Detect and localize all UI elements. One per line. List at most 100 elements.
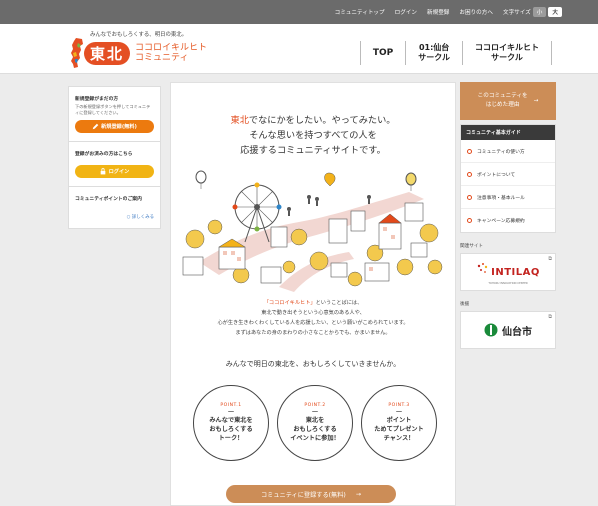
right-sidebar: このコミュニティを はじめた理由 → コミュニティ基本ガイド コミュニティの使い…	[460, 82, 556, 349]
font-small-button[interactable]: 小	[532, 7, 547, 17]
nav-sendai-line1: 01:仙台	[418, 43, 450, 52]
sendai-banner[interactable]: ⧉ 仙台市	[460, 311, 556, 349]
circle-bullet-icon	[467, 148, 472, 154]
related-sites-label: 関連サイト	[460, 244, 483, 249]
headline-line-3: 応援するコミュニティサイトです。	[240, 145, 386, 156]
point-3-line-1: ポイント	[386, 417, 412, 424]
main-headline: 東北でなにかをしたい。やってみたい。 そんな思いを持つすべての人を 応援するコミ…	[171, 113, 455, 158]
font-large-button[interactable]: 大	[548, 7, 562, 17]
intilaq-logo-text: INTILAQ	[491, 266, 540, 278]
guide-item-label: ポイントについて	[477, 172, 516, 178]
para-line-2: 東北で動き出そうという心意気のある人や、	[261, 310, 365, 316]
nav-sendai-circle[interactable]: 01:仙台 サークル	[405, 41, 462, 65]
guide-item-usage[interactable]: コミュニティの使い方	[461, 140, 555, 163]
points-detail-link[interactable]: ○ 詳しくみる	[75, 214, 154, 220]
reason-line-1: このコミュニティを	[477, 93, 528, 99]
nav-kokoro-line2: サークル	[491, 53, 523, 62]
point-1-line-3: トーク！	[218, 435, 244, 442]
register-button-label: 新規登録(無料)	[101, 124, 137, 130]
headline-red: 東北	[230, 115, 249, 126]
link-register[interactable]: 新規登録	[427, 8, 449, 16]
nav-kokoro-circle[interactable]: ココロイキルヒト サークル	[462, 41, 552, 65]
login-box: 登録がお済みの方はこちら ログイン	[69, 142, 160, 187]
external-link-icon: ⧉	[548, 256, 552, 262]
guide-item-campaign[interactable]: キャンペーン応募規約	[461, 209, 555, 232]
circle-bullet-icon	[467, 171, 472, 177]
point-1-line-1: みんなで東北を	[209, 417, 253, 424]
login-button-label: ログイン	[108, 169, 130, 175]
point-1-dash: ー	[227, 408, 235, 416]
main-nav: TOP 01:仙台 サークル ココロイキルヒト サークル	[359, 38, 552, 68]
site-logo[interactable]: 東北 ココロイキルヒト コミュニティ	[68, 37, 207, 69]
register-button[interactable]: 新規登録(無料)	[75, 120, 154, 133]
guide-item-label: コミュニティの使い方	[477, 149, 525, 155]
lock-icon	[100, 168, 105, 175]
point-circle-1: POINT.1 ー みんなで東北を おもしろくする トーク！	[193, 385, 269, 461]
point-3-line-3: チャンス！	[383, 435, 415, 442]
points-row: POINT.1 ー みんなで東北を おもしろくする トーク！ POINT.2 ー…	[193, 385, 437, 461]
circle-bullet-icon	[467, 218, 472, 223]
point-1-line-2: おもしろくする	[209, 426, 253, 433]
intilaq-banner[interactable]: ⧉ INTILAQ TOHOKU INNOVATION CENTER	[460, 253, 556, 291]
nav-top-label: TOP	[372, 48, 394, 58]
balloons-icon	[195, 170, 417, 191]
headline-line-1: でなにかをしたい。やってみたい。	[248, 115, 396, 126]
support-label: 後援	[460, 302, 470, 307]
reason-line-2: はじめた理由	[485, 102, 520, 108]
login-button[interactable]: ログイン	[75, 165, 154, 178]
guide-item-label: キャンペーン応募規約	[477, 219, 525, 224]
point-3-line-2: ためてプレゼント	[374, 426, 424, 433]
guide-item-points[interactable]: ポイントについて	[461, 163, 555, 186]
top-utility-bar: コミュニティトップ ログイン 新規登録 お困りの方へ 文字サイズ 小 大	[0, 0, 598, 24]
external-link-icon: ⧉	[548, 314, 552, 320]
arrow-right-icon: →	[533, 97, 539, 104]
points-box: コミュニティポイントのご案内 ○ 詳しくみる	[69, 187, 160, 228]
nav-sendai-line2: サークル	[418, 53, 450, 62]
points-title: コミュニティポイントのご案内	[75, 197, 142, 202]
headline-line-2: そんな思いを持つすべての人を	[249, 130, 377, 141]
guide-title: コミュニティ基本ガイド	[461, 125, 555, 140]
intilaq-subtitle: TOHOKU INNOVATION CENTER	[488, 282, 528, 285]
nav-kokoro-line1: ココロイキルヒト	[475, 43, 539, 52]
town-illustration	[182, 170, 443, 292]
logo-text: ココロイキルヒト コミュニティ	[135, 43, 207, 63]
utility-links: コミュニティトップ ログイン 新規登録 お困りの方へ 文字サイズ 小 大	[335, 0, 562, 24]
register-cta-button[interactable]: コミュニティに登録する(無料) →	[226, 485, 396, 503]
link-login[interactable]: ログイン	[395, 8, 417, 16]
point-2-line-2: おもしろくする	[293, 426, 337, 433]
link-help[interactable]: お困りの方へ	[459, 8, 493, 16]
circle-bullet-icon	[467, 194, 472, 200]
logo-line-1: ココロイキルヒト	[135, 43, 208, 53]
login-title: 登録がお済みの方はこちら	[75, 152, 133, 157]
para-line-3: 心が生き生きわくわくしている人を応援したい、という願いがこめられています。	[217, 320, 409, 326]
points-link-label: 詳しくみる	[131, 215, 154, 220]
point-circle-3: POINT.3 ー ポイント ためてプレゼント チャンス！	[361, 385, 437, 461]
sendai-logo-text: 仙台市	[502, 326, 532, 338]
nav-top[interactable]: TOP	[359, 41, 405, 65]
point-2-line-3: イベントに参加！	[290, 435, 340, 442]
font-size-control: 文字サイズ 小 大	[503, 7, 562, 17]
point-circle-2: POINT.2 ー 東北を おもしろくする イベントに参加！	[277, 385, 353, 461]
left-sidebar: 新規登録がまだの方 下の新規登録ボタンを押してコミュニティに登録してください。 …	[68, 86, 161, 229]
sendai-emblem-icon	[484, 323, 498, 337]
site-header: みんなでおもしろくする、明日の東北。 東北 ココロイキルヒト コミュニティ TO…	[0, 24, 598, 74]
callout-text: みんなで明日の東北を、おもしろくしていきませんか。	[225, 360, 401, 368]
guide-item-rules[interactable]: 注意事項・基本ルール	[461, 186, 555, 209]
logo-badge: 東北	[84, 41, 131, 65]
main-content: 東北でなにかをしたい。やってみたい。 そんな思いを持つすべての人を 応援するコミ…	[170, 82, 456, 506]
logo-line-2: コミュニティ	[135, 53, 189, 63]
tohoku-map-icon	[71, 38, 83, 68]
arrow-right-icon: →	[355, 490, 362, 498]
reason-banner[interactable]: このコミュニティを はじめた理由 →	[460, 82, 556, 120]
register-desc: 下の新規登録ボタンを押してコミュニティに登録してください。	[75, 104, 151, 115]
para-line-1: ということばには、	[315, 300, 363, 306]
point-3-dash: ー	[395, 408, 403, 416]
register-box: 新規登録がまだの方 下の新規登録ボタンを押してコミュニティに登録してください。 …	[69, 87, 160, 142]
pencil-icon	[92, 123, 99, 130]
point-2-dash: ー	[311, 408, 319, 416]
register-title: 新規登録がまだの方	[75, 97, 119, 102]
intro-paragraph: 「ココロイキルヒト」ということばには、 東北で動き出そうという心意気のある人や、…	[171, 298, 455, 338]
basic-guide: コミュニティ基本ガイド コミュニティの使い方 ポイントについて 注意事項・基本ル…	[460, 124, 556, 233]
cta-label: コミュニティに登録する(無料)	[260, 491, 346, 499]
link-community-top[interactable]: コミュニティトップ	[335, 8, 385, 16]
